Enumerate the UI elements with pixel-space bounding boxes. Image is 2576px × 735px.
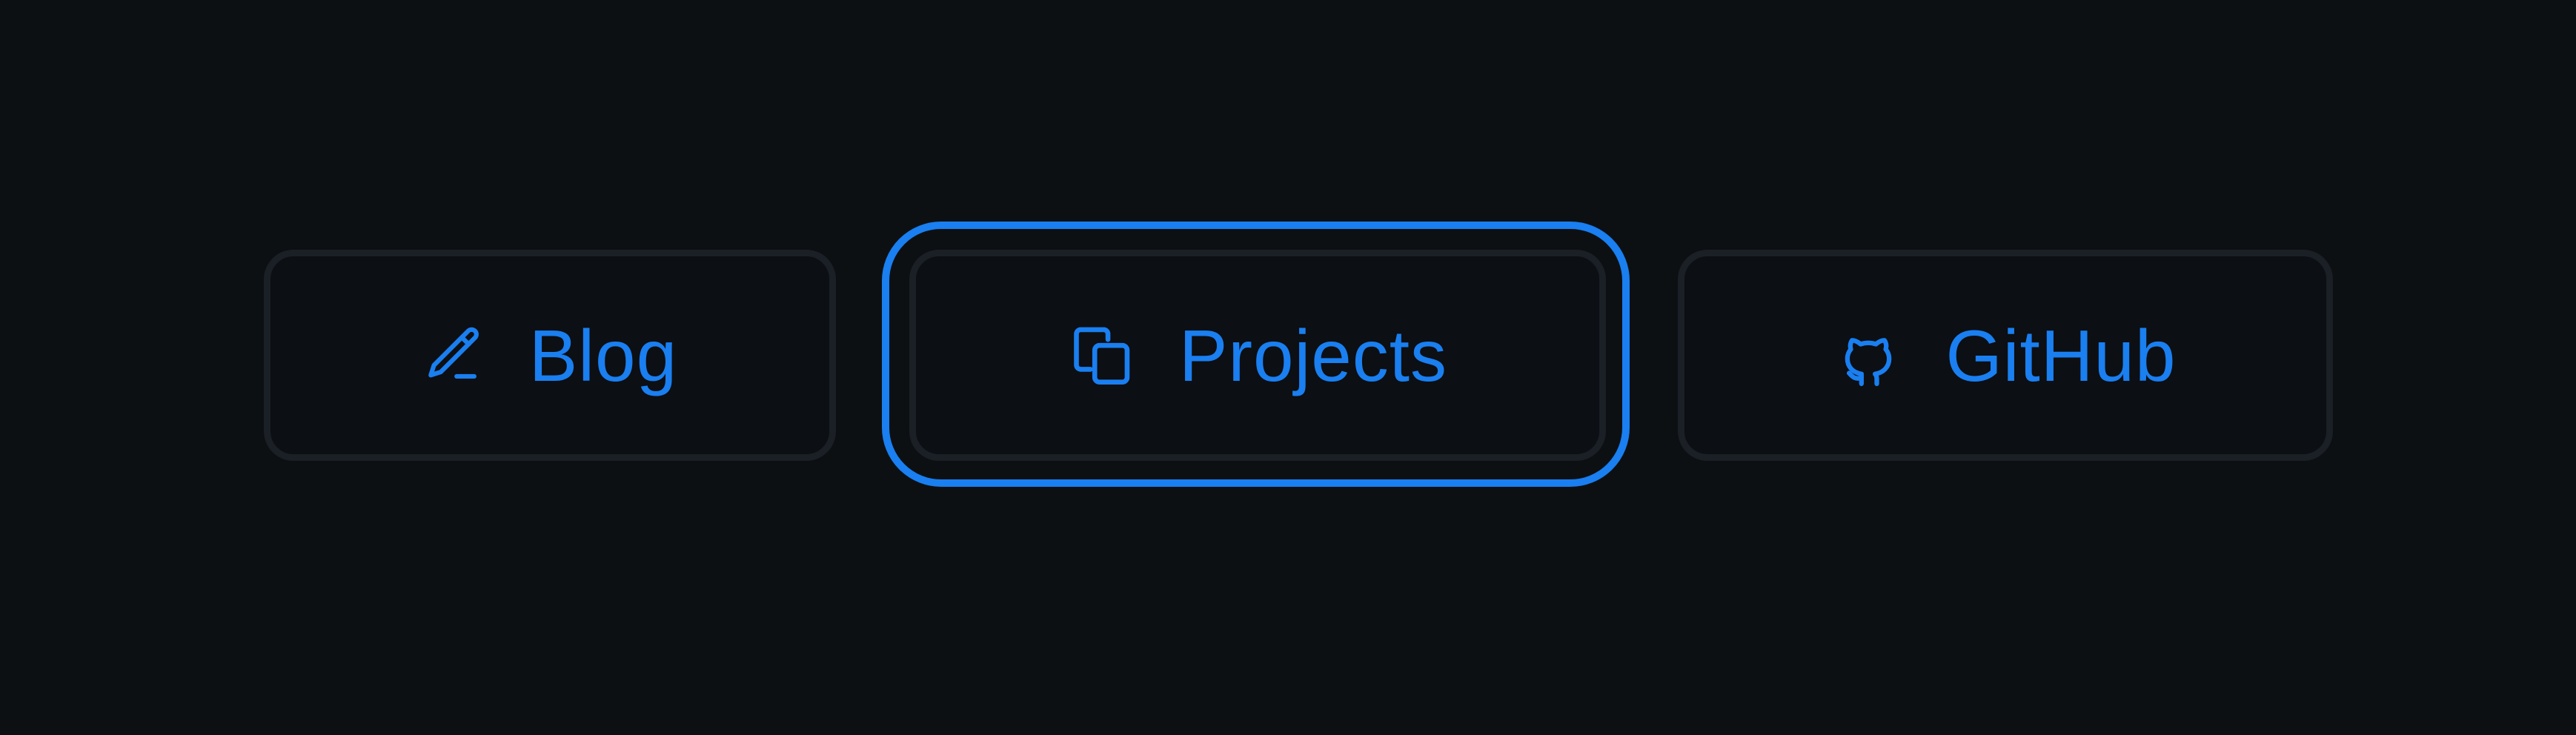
projects-label: Projects — [1178, 314, 1447, 396]
projects-button[interactable]: Projects — [909, 250, 1606, 461]
nav-bar: Blog Projects GitHub — [0, 0, 2576, 735]
github-button[interactable]: GitHub — [1678, 250, 2333, 461]
blog-button[interactable]: Blog — [264, 250, 836, 461]
blog-label: Blog — [528, 314, 678, 396]
github-octocat-icon — [1834, 322, 1902, 390]
pencil-icon — [422, 324, 486, 388]
github-label: GitHub — [1945, 314, 2177, 396]
copy-icon — [1068, 322, 1136, 390]
